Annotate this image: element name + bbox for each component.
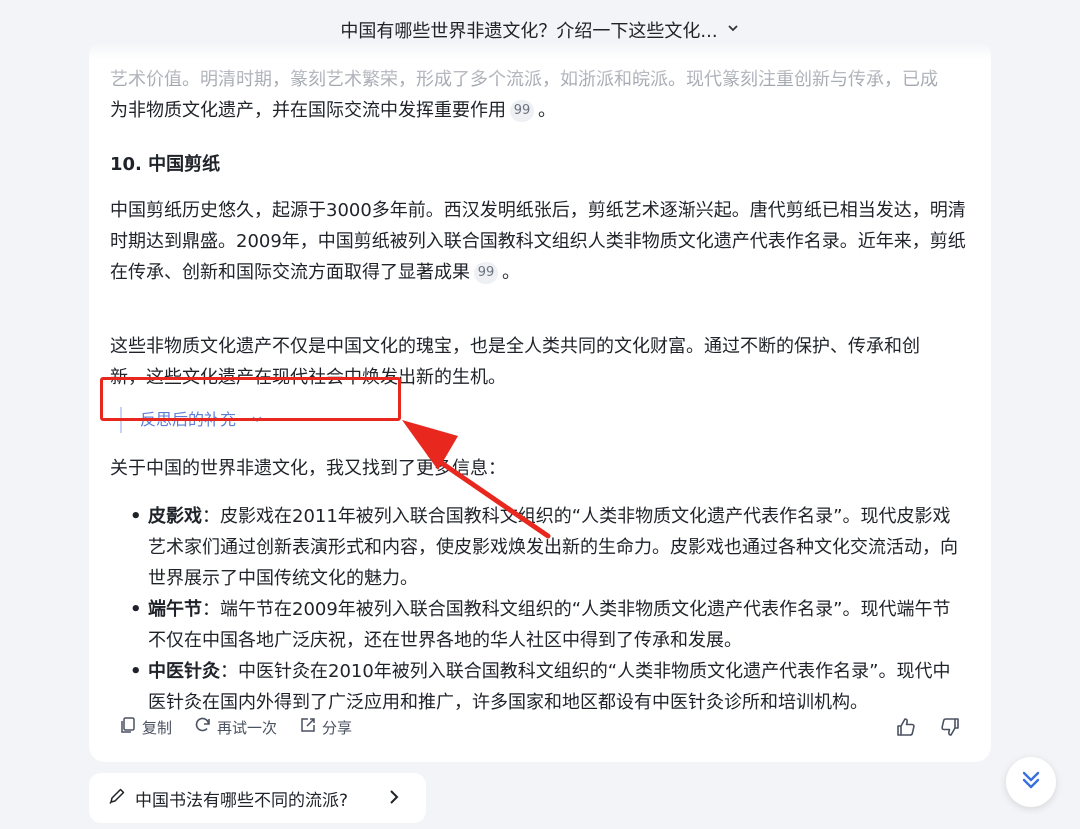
list-item: 皮影戏：皮影戏在2011年被列入联合国教科文组织的“人类非物质文化遗产代表作名录… [130,501,960,594]
top-paragraph-text: 为非物质文化遗产，并在国际交流中发挥重要作用 [110,100,506,121]
annotation-highlight-box [100,377,401,421]
top-paragraph-line1: 艺术价值。明清时期，篆刻艺术繁荣，形成了多个流派，如浙派和皖派。现代篆刻注重创新… [110,69,938,90]
suggested-question-text: 中国书法有哪些不同的流派? [135,790,349,811]
papercut-text: 中国剪纸历史悠久，起源于3000多年前。西汉发明纸张后，剪纸艺术逐渐兴起。唐代剪… [110,200,966,283]
chevron-right-icon [386,786,402,813]
share-label: 分享 [322,718,353,737]
action-bar: 复制 再试一次 分享 [119,716,374,738]
pencil-icon [107,786,127,811]
papercut-end: 。 [502,262,520,283]
chevron-down-icon[interactable] [726,21,740,39]
refresh-icon [194,716,217,738]
list-item-term: 中医针灸 [148,661,220,682]
citation-icon[interactable]: 99 [510,100,534,122]
copy-label: 复制 [142,718,173,737]
thumbs-up-icon[interactable] [895,716,917,742]
retry-button[interactable]: 再试一次 [194,716,277,738]
scroll-to-bottom-button[interactable] [1006,757,1056,807]
copy-button[interactable]: 复制 [119,716,172,738]
heritage-list: 皮影戏：皮影戏在2011年被列入联合国教科文组织的“人类非物质文化遗产代表作名录… [130,501,960,718]
double-chevron-down-icon [1019,768,1043,796]
list-item-text: ：皮影戏在2011年被列入联合国教科文组织的“人类非物质文化遗产代表作名录”。现… [148,506,958,589]
suggested-question-button[interactable]: 中国书法有哪些不同的流派? [89,773,426,823]
feedback-buttons [873,716,961,742]
list-item-text: ：中医针灸在2010年被列入联合国教科文组织的“人类非物质文化遗产代表作名录”。… [148,661,951,713]
list-item-term: 皮影戏 [148,506,202,527]
share-icon [299,716,322,738]
conversation-title-bar[interactable]: 中国有哪些世界非遗文化？介绍一下这些文化... [0,0,1080,60]
list-item-term: 端午节 [148,599,202,620]
answer-content: 艺术价值。明清时期，篆刻艺术繁荣，形成了多个流派，如浙派和皖派。现代篆刻注重创新… [110,64,970,713]
papercut-paragraph: 中国剪纸历史悠久，起源于3000多年前。西汉发明纸张后，剪纸艺术逐渐兴起。唐代剪… [110,195,970,288]
thumbs-down-icon[interactable] [939,716,961,742]
top-paragraph-end: 。 [538,100,556,121]
supplement-intro: 关于中国的世界非遗文化，我又找到了更多信息： [110,458,506,479]
share-button[interactable]: 分享 [299,716,352,738]
list-item: 端午节：端午节在2009年被列入联合国教科文组织的“人类非物质文化遗产代表作名录… [130,594,960,656]
section-heading: 10. 中国剪纸 [110,154,221,175]
top-paragraph-line2: 为非物质文化遗产，并在国际交流中发挥重要作用 99。 [110,95,970,126]
copy-icon [119,716,142,738]
conversation-title[interactable]: 中国有哪些世界非遗文化？介绍一下这些文化... [340,17,717,43]
list-item: 中医针灸：中医针灸在2010年被列入联合国教科文组织的“人类非物质文化遗产代表作… [130,656,960,718]
retry-label: 再试一次 [217,718,278,737]
citation-icon[interactable]: 99 [474,262,498,284]
list-item-text: ：端午节在2009年被列入联合国教科文组织的“人类非物质文化遗产代表作名录”。现… [148,599,951,651]
